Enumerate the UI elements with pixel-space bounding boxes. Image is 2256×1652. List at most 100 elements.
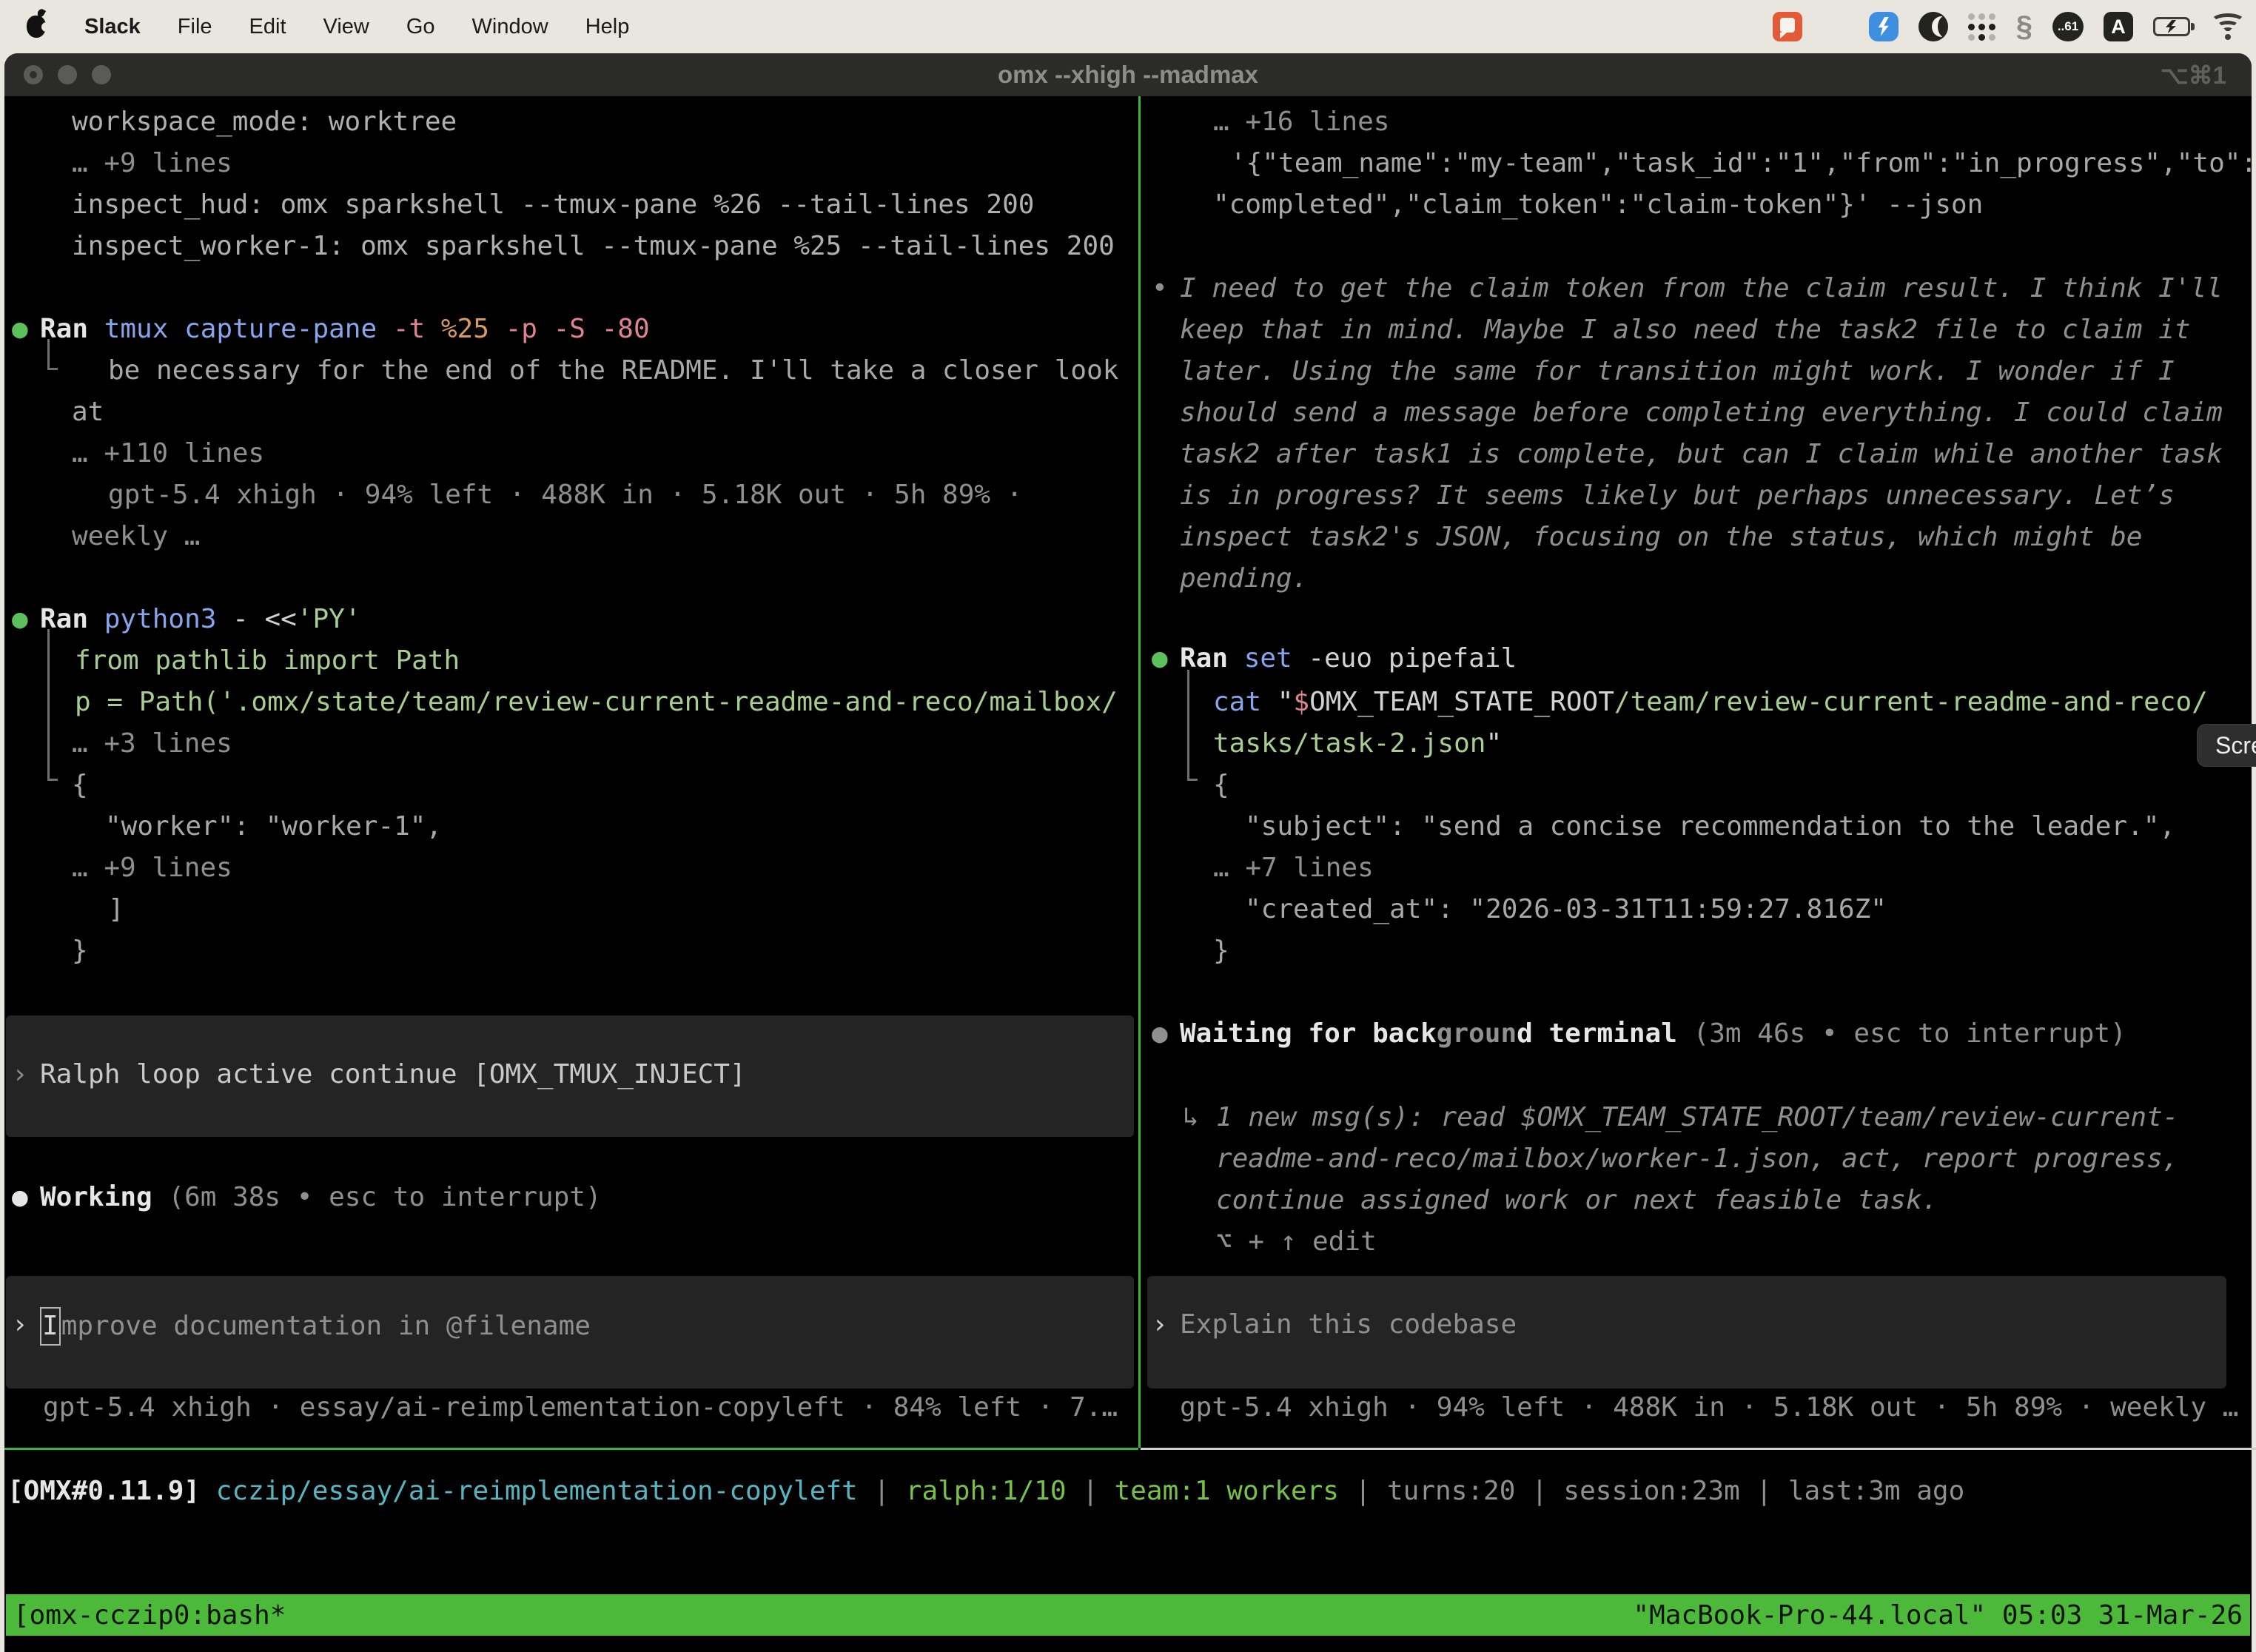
thinking-line: pending. [1180, 561, 1308, 597]
dots-grid-icon[interactable] [1968, 13, 1996, 41]
close-button[interactable] [24, 65, 43, 84]
bullet-icon: ● [1152, 1016, 1168, 1052]
bolt-badge-icon[interactable] [1869, 12, 1899, 41]
json-line: { [72, 768, 88, 803]
keyboard-a-icon[interactable]: A [2104, 12, 2133, 41]
tmux-status-bar: [omx-cczip0:bash* "MacBook-Pro-44.local"… [6, 1594, 2250, 1636]
log-line: inspect_worker-1: omx sparkshell --tmux-… [72, 229, 1115, 264]
output-line: be necessary for the end of the README. … [108, 353, 1118, 389]
thinking-line: I need to get the claim token from the c… [1180, 271, 2223, 306]
ralph-counter: ralph:1/10 [906, 1476, 1067, 1506]
ralph-loop-status: Ralph loop active continue [OMX_TMUX_INJ… [40, 1057, 746, 1092]
python-block-rail [47, 629, 58, 781]
json-line: "completed","claim_token":"claim-token"}… [1213, 187, 1983, 223]
left-pane-bottom-border [4, 1448, 1138, 1450]
bullet-icon: ● [12, 312, 28, 347]
thinking-line: task2 after task1 is complete, but can I… [1180, 437, 2223, 472]
mailbox-message-line: continue assigned work or next feasible … [1216, 1183, 1938, 1218]
dollar-sign: $ [1293, 687, 1309, 717]
log-line: inspect_hud: omx sparkshell --tmux-pane … [72, 187, 1034, 223]
ran-label: Ran [40, 314, 104, 344]
path-text: /team/review-current-readme-and-reco/ [1614, 687, 2208, 717]
omx-session-path: cczip/essay/ai-reimplementation-copyleft [200, 1476, 873, 1506]
thinking-line: should send a message before completing … [1180, 395, 2223, 431]
omx-session-meta: | turns:20 | session:23m | last:3m ago [1339, 1476, 1964, 1506]
working-label: Working [40, 1182, 152, 1212]
menu-item-edit[interactable]: Edit [249, 15, 286, 39]
menu-item-file[interactable]: File [178, 15, 212, 39]
env-var: OMX_TEAM_STATE_ROOT [1309, 687, 1614, 717]
json-line: '{"team_name":"my-team","task_id":"1","f… [1230, 146, 2256, 181]
json-line: { [1213, 768, 1229, 803]
code-line: p = Path('.omx/state/team/review-current… [75, 685, 1118, 720]
collapsed-lines-note: … +9 lines [72, 850, 232, 886]
command-text: python3 [104, 604, 217, 634]
mailbox-message-line: 1 new msg(s): read $OMX_TEAM_STATE_ROOT/… [1216, 1100, 2178, 1135]
screen-overlay-button[interactable]: Scre [2197, 724, 2256, 767]
tmux-session-name: [omx-cczip0:bash* [13, 1600, 286, 1631]
left-input-placeholder[interactable]: Improve documentation in @filename [40, 1307, 591, 1346]
window-titlebar[interactable]: omx --xhigh --madmax ⌥⌘1 [4, 53, 2252, 96]
output-line: weekly … [72, 519, 200, 554]
omx-version: [OMX#0.11.9] [7, 1476, 200, 1506]
json-line: "worker": "worker-1", [105, 809, 442, 845]
menu-status-icons: § ..61 A [1773, 0, 2246, 53]
code-line: from pathlib import Path [75, 643, 460, 679]
log-line: workspace_mode: worktree [72, 104, 457, 140]
badge-61-icon[interactable]: ..61 [2052, 12, 2084, 41]
thinking-line: is in progress? It seems likely but perh… [1180, 478, 2175, 514]
waiting-label-b: d terminal [1517, 1018, 1677, 1049]
hook-icon[interactable]: § [2016, 12, 2032, 41]
pane-id: %25 [441, 314, 506, 344]
reply-arrow-icon: ↳ [1183, 1100, 1199, 1135]
moon-disc-icon[interactable] [1918, 12, 1948, 41]
right-input-placeholder[interactable]: Explain this codebase [1180, 1307, 1517, 1343]
menu-item-window[interactable]: Window [472, 15, 548, 39]
menu-app-name[interactable]: Slack [84, 15, 141, 39]
pane-divider[interactable] [1138, 96, 1141, 1448]
shield-grid-icon[interactable] [1822, 12, 1849, 41]
minimize-button[interactable] [58, 65, 77, 84]
recording-badge-icon[interactable] [1773, 12, 1802, 41]
separator: | [1067, 1476, 1115, 1506]
omx-status-line: [OMX#0.11.9] cczip/essay/ai-reimplementa… [7, 1474, 1964, 1509]
collapsed-lines-note: … +9 lines [72, 146, 232, 181]
collapsed-lines-note: … +16 lines [1213, 104, 1389, 140]
waiting-status-line: Waiting for background terminal (3m 46s … [1180, 1016, 2126, 1052]
prompt-chevron: › [12, 1307, 28, 1343]
thinking-line: later. Using the same for transition mig… [1180, 354, 2175, 389]
apple-logo-icon[interactable] [27, 16, 46, 38]
flags: -p -S -80 [506, 314, 650, 344]
edit-shortcut-hint: ⌥ + ↑ edit [1216, 1224, 1377, 1260]
ran-python-command-line: Ran python3 - <<'PY' [40, 602, 361, 637]
right-model-status: gpt-5.4 xhigh · 94% left · 488K in · 5.1… [1180, 1390, 2238, 1426]
bullet-icon: • [1152, 271, 1168, 306]
thinking-line: inspect task2's JSON, focusing on the st… [1180, 520, 2142, 555]
ran-set-command-line: Ran set -euo pipefail [1180, 641, 1517, 676]
menu-item-help[interactable]: Help [585, 15, 630, 39]
json-line: "subject": "send a concise recommendatio… [1245, 809, 2175, 845]
left-model-status: gpt-5.4 xhigh · essay/ai-reimplementatio… [43, 1390, 1118, 1426]
collapsed-lines-note: … +3 lines [72, 726, 232, 762]
cat-command-line: cat "$OMX_TEAM_STATE_ROOT/team/review-cu… [1213, 685, 2208, 720]
command-text: tmux capture-pane [104, 314, 393, 344]
bullet-icon: ● [12, 602, 28, 637]
output-line: at [72, 394, 104, 430]
text-cursor: I [40, 1307, 61, 1346]
output-line: gpt-5.4 xhigh · 94% left · 488K in · 5.1… [108, 477, 1022, 513]
ran-label: Ran [1180, 643, 1244, 674]
battery-icon[interactable] [2153, 17, 2190, 36]
menu-item-go[interactable]: Go [406, 15, 435, 39]
cat-block-rail [1187, 670, 1198, 781]
command-args: -euo pipefail [1308, 643, 1517, 674]
window-shortcut: ⌥⌘1 [2161, 53, 2226, 96]
wifi-icon[interactable] [2210, 13, 2246, 40]
waiting-meta: (3m 46s • esc to interrupt) [1677, 1018, 2126, 1049]
zoom-button[interactable] [92, 65, 111, 84]
menu-item-view[interactable]: View [323, 15, 369, 39]
collapsed-lines-note: … +7 lines [1213, 850, 1374, 886]
json-line: "created_at": "2026-03-31T11:59:27.816Z" [1245, 892, 1887, 927]
traffic-lights [24, 53, 111, 96]
collapsed-lines-note: … +110 lines [72, 436, 264, 471]
thinking-line: keep that in mind. Maybe I also need the… [1180, 312, 2190, 348]
